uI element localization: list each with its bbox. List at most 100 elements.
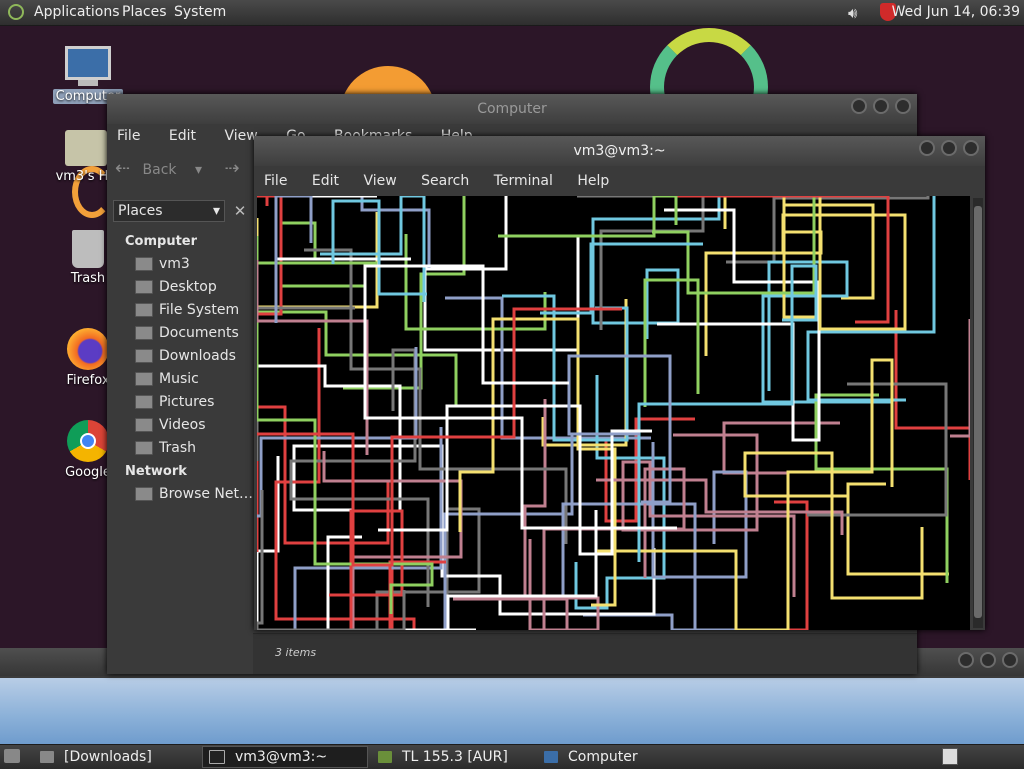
window-title: vm3@vm3:~ <box>573 143 666 159</box>
home-folder-icon <box>65 130 107 166</box>
workspace-switcher-icon[interactable] <box>942 748 958 765</box>
show-desktop-icon[interactable] <box>4 749 20 763</box>
top-panel: Applications Places System 🔊︎ Wed Jun 14… <box>0 0 1024 26</box>
taskbar-item-label: vm3@vm3:~ <box>235 749 328 765</box>
status-bar: 3 items <box>253 633 917 674</box>
sidebar-item-videos[interactable]: Videos <box>135 417 206 433</box>
menu-file[interactable]: File <box>264 173 287 189</box>
sidebar-heading-network: Network <box>125 464 187 479</box>
trash-icon <box>72 230 104 268</box>
clock[interactable]: Wed Jun 14, 06:39 <box>892 4 1020 20</box>
menu-edit[interactable]: Edit <box>169 128 196 144</box>
terminal-screen[interactable] <box>257 196 970 630</box>
sidebar-item-pictures[interactable]: Pictures <box>135 394 214 410</box>
sidebar-heading-computer: Computer <box>125 234 198 249</box>
terminal-window: vm3@vm3:~ File Edit View Search Terminal… <box>254 136 985 630</box>
sidebar-item-label: Desktop <box>159 279 217 295</box>
menu-view[interactable]: View <box>363 173 396 189</box>
sidebar-item-label: File System <box>159 302 240 318</box>
sidebar-item-label: Videos <box>159 417 206 433</box>
pipe-line <box>750 500 809 630</box>
minecraft-icon <box>378 751 392 763</box>
pipes-animation <box>257 196 970 630</box>
pipe-line <box>950 319 970 438</box>
pipe-line <box>363 264 677 530</box>
taskbar-item-label: TL 155.3 [AUR] <box>402 749 508 765</box>
bottom-taskbar: [Downloads] vm3@vm3:~ TL 155.3 [AUR] Com… <box>0 744 1024 769</box>
chevron-down-icon: ▾ <box>212 203 220 219</box>
file-manager-titlebar[interactable]: Computer <box>107 94 917 124</box>
terminal-scrollbar[interactable] <box>973 198 983 628</box>
menu-help[interactable]: Help <box>577 173 609 189</box>
pipe-line <box>343 196 466 390</box>
places-menu[interactable]: Places <box>122 4 167 20</box>
forward-arrow-icon[interactable]: ⇢ <box>224 158 239 179</box>
distro-logo-icon[interactable] <box>8 4 24 20</box>
sky-image <box>0 678 1024 744</box>
places-dropdown-label: Places <box>118 203 163 219</box>
window-title: Computer <box>477 101 547 117</box>
terminal-titlebar[interactable]: vm3@vm3:~ <box>254 136 985 166</box>
sidebar-item-label: vm3 <box>159 256 190 272</box>
sidebar-item-desktop[interactable]: Desktop <box>135 279 217 295</box>
terminal-menubar: File Edit View Search Terminal Help <box>264 173 629 189</box>
pipe-line <box>591 196 721 339</box>
computer-icon <box>544 751 558 763</box>
pipe-line <box>299 451 463 630</box>
network-icon <box>135 487 153 501</box>
maximize-button[interactable] <box>980 652 996 668</box>
volume-icon[interactable]: 🔊︎ <box>848 4 857 22</box>
scrollbar-thumb[interactable] <box>974 206 982 618</box>
close-sidebar-icon[interactable]: ✕ <box>231 202 249 220</box>
close-button[interactable] <box>895 98 911 114</box>
sidebar-item-trash[interactable]: Trash <box>135 440 196 456</box>
pipe-line <box>846 482 949 576</box>
sidebar-item-label: Trash <box>159 440 196 456</box>
menu-search[interactable]: Search <box>421 173 469 189</box>
videos-folder-icon <box>135 418 153 432</box>
desktop-icon-label: Trash <box>70 271 106 286</box>
sidebar-item-music[interactable]: Music <box>135 371 199 387</box>
sidebar-item-label: Downloads <box>159 348 236 364</box>
firefox-icon <box>67 328 109 370</box>
menu-file[interactable]: File <box>117 128 140 144</box>
taskbar-item-downloads[interactable]: [Downloads] <box>36 746 200 768</box>
drive-icon <box>135 303 153 317</box>
back-button[interactable]: Back <box>143 162 177 178</box>
trash-icon <box>135 441 153 455</box>
close-button[interactable] <box>1002 652 1018 668</box>
minimize-button[interactable] <box>919 140 935 156</box>
minimize-button[interactable] <box>958 652 974 668</box>
close-button[interactable] <box>963 140 979 156</box>
sidebar-item-downloads[interactable]: Downloads <box>135 348 236 364</box>
applications-menu[interactable]: Applications <box>34 4 120 20</box>
menu-view[interactable]: View <box>224 128 257 144</box>
folder-icon <box>40 751 54 763</box>
taskbar-item-label: [Downloads] <box>64 749 152 765</box>
chevron-down-icon[interactable]: ▾ <box>195 162 202 178</box>
system-menu[interactable]: System <box>174 4 226 20</box>
maximize-button[interactable] <box>941 140 957 156</box>
pipe-line <box>894 310 970 480</box>
taskbar-item-minecraft[interactable]: TL 155.3 [AUR] <box>374 746 538 768</box>
places-sidebar: Places ▾ ✕ Computer vm3 Desktop File Sys… <box>107 200 253 674</box>
sidebar-item-vm3[interactable]: vm3 <box>135 256 190 272</box>
sidebar-item-label: Pictures <box>159 394 215 410</box>
chrome-icon <box>67 420 109 462</box>
sidebar-item-documents[interactable]: Documents <box>135 325 239 341</box>
taskbar-item-computer[interactable]: Computer <box>540 746 704 768</box>
minimize-button[interactable] <box>851 98 867 114</box>
taskbar-item-terminal[interactable]: vm3@vm3:~ <box>202 746 368 768</box>
menu-terminal[interactable]: Terminal <box>494 173 553 189</box>
desktop-folder-icon <box>135 280 153 294</box>
desktop-icon-label: Firefox <box>66 373 110 388</box>
sidebar-item-browse-network[interactable]: Browse Net… <box>135 486 253 502</box>
sidebar-item-file-system[interactable]: File System <box>135 302 239 318</box>
status-text: 3 items <box>275 646 317 659</box>
sidebar-item-label: Music <box>159 371 199 387</box>
places-dropdown[interactable]: Places ▾ <box>113 200 225 222</box>
maximize-button[interactable] <box>873 98 889 114</box>
documents-folder-icon <box>135 326 153 340</box>
pipe-line <box>404 234 547 331</box>
menu-edit[interactable]: Edit <box>312 173 339 189</box>
